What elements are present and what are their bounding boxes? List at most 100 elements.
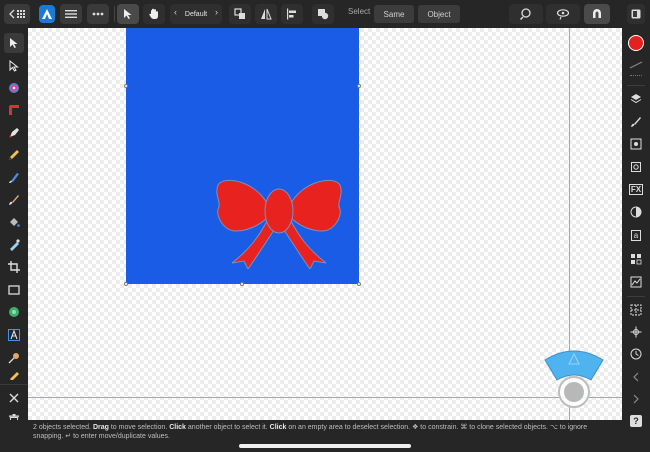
transform-studio[interactable] xyxy=(626,134,646,154)
horizontal-guide[interactable] xyxy=(28,397,622,398)
selection-origin-handle[interactable] xyxy=(558,376,590,408)
stroke-icon xyxy=(629,61,643,69)
history-studio[interactable] xyxy=(626,344,646,364)
layers-studio[interactable] xyxy=(626,89,646,109)
collapse-right-button[interactable] xyxy=(626,389,646,409)
help-button[interactable]: ? xyxy=(626,411,646,431)
grid-studio[interactable] xyxy=(626,300,646,320)
vector-brush-tool[interactable] xyxy=(4,168,24,188)
crop-tool-icon xyxy=(8,261,20,273)
layers-icon xyxy=(630,94,642,104)
home-indicator[interactable] xyxy=(239,444,411,448)
more-button[interactable] xyxy=(87,4,109,24)
select-same-button[interactable]: Same xyxy=(374,5,414,23)
move-mode-button[interactable] xyxy=(117,4,139,24)
collapse-left-button[interactable] xyxy=(626,367,646,387)
radial-tool-icon xyxy=(9,83,19,93)
status-keyword: Drag xyxy=(92,424,109,431)
designer-persona-icon[interactable] xyxy=(39,5,55,23)
brushes-icon xyxy=(631,117,641,127)
paint-brush-icon xyxy=(9,195,19,205)
align-button[interactable] xyxy=(281,4,303,24)
color-picker-tool[interactable] xyxy=(4,348,24,368)
stock-studio[interactable] xyxy=(626,272,646,292)
shapes-tool[interactable] xyxy=(4,302,24,322)
fill-tool[interactable] xyxy=(4,212,24,232)
select-label: Select xyxy=(348,7,371,16)
node-tool-icon xyxy=(9,60,19,72)
style-picker[interactable]: ‹ Default › xyxy=(170,4,222,24)
selection-handle[interactable] xyxy=(124,84,128,88)
hand-mode-button[interactable] xyxy=(143,4,165,24)
canvas[interactable] xyxy=(28,28,622,420)
color-swatch-red xyxy=(628,35,644,51)
back-grid-icon xyxy=(9,9,25,19)
status-part: another object to select it. xyxy=(187,424,268,431)
origin-inner-circle xyxy=(564,382,584,402)
studio-divider xyxy=(627,296,645,297)
document-menu-button[interactable] xyxy=(60,4,82,24)
pen-tool-icon xyxy=(9,128,19,138)
color-picker-icon xyxy=(8,353,19,364)
tools-panel xyxy=(0,28,28,420)
magnet-icon xyxy=(593,9,601,18)
select-object-button[interactable]: Object xyxy=(418,5,460,23)
arrange-icon xyxy=(234,8,245,19)
studio-toggle-button[interactable] xyxy=(627,4,645,24)
pen-tool[interactable] xyxy=(4,123,24,143)
transform-icon xyxy=(630,138,642,150)
flip-horizontal-icon xyxy=(261,8,272,20)
text-tool[interactable] xyxy=(4,325,24,345)
selection-handle[interactable] xyxy=(357,84,361,88)
boolean-ops-button[interactable] xyxy=(312,4,334,24)
geometry-add-icon xyxy=(318,9,329,20)
chevron-left-icon[interactable]: ‹ xyxy=(174,7,177,17)
flip-button[interactable] xyxy=(255,4,277,24)
stroke-width-hint xyxy=(630,75,642,77)
pencil-tool[interactable] xyxy=(4,145,24,165)
selection-handle[interactable] xyxy=(124,282,128,286)
fx-studio[interactable]: FX xyxy=(626,179,646,199)
move-tool-icon xyxy=(10,38,18,48)
hand-cursor-icon xyxy=(149,8,158,19)
paint-brush-tool[interactable] xyxy=(4,190,24,210)
fx-icon: FX xyxy=(628,183,644,195)
view-mode-button[interactable] xyxy=(546,4,580,24)
toolbar-divider xyxy=(114,6,115,22)
node-tool[interactable] xyxy=(4,56,24,76)
back-button[interactable] xyxy=(4,4,30,24)
arrange-button[interactable] xyxy=(229,4,251,24)
chevron-right-icon[interactable]: › xyxy=(215,7,218,17)
status-part: 2 objects selected. xyxy=(33,424,91,431)
transparency-tool[interactable] xyxy=(4,235,24,255)
fill-color-swatch[interactable] xyxy=(626,33,646,53)
swatches-studio[interactable] xyxy=(626,249,646,269)
zoom-button[interactable] xyxy=(509,4,543,24)
radial-tool[interactable] xyxy=(4,78,24,98)
color-studio[interactable] xyxy=(626,202,646,222)
corner-tool[interactable] xyxy=(4,100,24,120)
deselect-button[interactable] xyxy=(4,388,24,408)
move-tool[interactable] xyxy=(4,33,24,53)
symbols-studio[interactable] xyxy=(626,157,646,177)
brushes-studio[interactable] xyxy=(626,112,646,132)
stroke-swatch[interactable] xyxy=(626,55,646,75)
selection-handle[interactable] xyxy=(240,282,244,286)
status-hint-text: 2 objects selected. Drag to move selecti… xyxy=(33,423,593,441)
snapping-button[interactable] xyxy=(584,4,610,24)
persona-logo-icon xyxy=(42,9,52,19)
pencil-tool-icon xyxy=(9,150,19,160)
status-keyword: Click xyxy=(169,424,186,431)
corner-tool-icon xyxy=(9,105,19,115)
top-toolbar: ‹ Default › Select Same Object xyxy=(0,0,650,28)
hamburger-menu-icon xyxy=(65,10,77,18)
bow-shape[interactable] xyxy=(216,175,342,269)
crop-tool[interactable] xyxy=(4,257,24,277)
marker-tool[interactable] xyxy=(4,370,24,380)
snapping-studio[interactable] xyxy=(626,322,646,342)
fill-tool-icon xyxy=(10,218,20,227)
text-styles-studio[interactable]: a xyxy=(626,224,646,246)
zoom-icon xyxy=(519,8,531,20)
selection-handle[interactable] xyxy=(357,282,361,286)
rectangle-tool[interactable] xyxy=(4,280,24,300)
